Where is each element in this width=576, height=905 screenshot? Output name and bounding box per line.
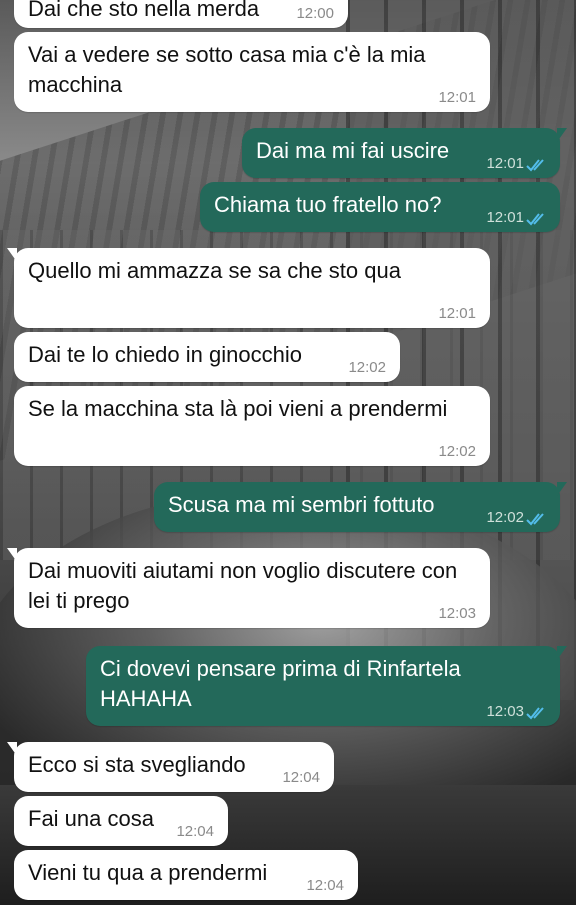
message-text: Vieni tu qua a prendermi xyxy=(28,860,268,885)
message-bubble-outgoing[interactable]: Chiama tuo fratello no? 12:01 xyxy=(200,182,560,232)
message-bubble-incoming[interactable]: Fai una cosa 12:04 xyxy=(14,796,228,846)
message-bubble-incoming[interactable]: Dai che sto nella merda 12:00 xyxy=(14,0,348,28)
double-check-icon xyxy=(526,213,544,226)
message-text: Dai te lo chiedo in ginocchio xyxy=(28,342,302,367)
double-check-icon xyxy=(526,159,544,172)
message-text: Ecco si sta svegliando xyxy=(28,752,246,777)
message-bubble-incoming[interactable]: Ecco si sta svegliando 12:04 xyxy=(7,742,334,792)
bubble-tail xyxy=(7,742,17,756)
message-text: Quello mi ammazza se sa che sto qua xyxy=(28,258,401,283)
message-time: 12:01 xyxy=(438,305,476,322)
message-text: Ci dovevi pensare prima di Rinfartela HA… xyxy=(100,656,467,711)
message-time: 12:02 xyxy=(438,443,476,460)
message-time: 12:03 xyxy=(486,703,524,720)
message-time: 12:04 xyxy=(306,877,344,894)
bubble-tail xyxy=(557,482,567,496)
message-time: 12:03 xyxy=(438,605,476,622)
message-time: 12:01 xyxy=(438,89,476,106)
bubble-tail xyxy=(557,646,567,660)
message-bubble-outgoing[interactable]: Ci dovevi pensare prima di Rinfartela HA… xyxy=(86,646,567,726)
message-time: 12:04 xyxy=(176,823,214,840)
message-time: 12:01 xyxy=(486,209,524,226)
message-time: 12:00 xyxy=(296,5,334,22)
message-time: 12:02 xyxy=(348,359,386,376)
message-bubble-incoming[interactable]: Vieni tu qua a prendermi 12:04 xyxy=(14,850,358,900)
message-bubble-incoming[interactable]: Se la macchina sta là poi vieni a prende… xyxy=(14,386,490,466)
message-bubble-outgoing[interactable]: Scusa ma mi sembri fottuto 12:02 xyxy=(154,482,567,532)
bubble-tail xyxy=(7,548,17,562)
message-time: 12:04 xyxy=(282,769,320,786)
double-check-icon xyxy=(526,707,544,720)
message-time: 12:02 xyxy=(486,509,524,526)
message-bubble-incoming[interactable]: Dai te lo chiedo in ginocchio 12:02 xyxy=(14,332,400,382)
message-bubble-incoming[interactable]: Vai a vedere se sotto casa mia c'è la mi… xyxy=(14,32,490,112)
message-text: Se la macchina sta là poi vieni a prende… xyxy=(28,396,448,421)
message-text: Dai che sto nella merda xyxy=(28,0,260,21)
message-time: 12:01 xyxy=(486,155,524,172)
message-bubble-incoming[interactable]: Dai muoviti aiutami non voglio discutere… xyxy=(7,548,490,628)
message-bubble-outgoing[interactable]: Dai ma mi fai uscire 12:01 xyxy=(242,128,567,178)
bubble-tail xyxy=(7,248,17,262)
message-text: Dai muoviti aiutami non voglio discutere… xyxy=(28,558,464,613)
double-check-icon xyxy=(526,513,544,526)
bubble-tail xyxy=(557,128,567,142)
message-text: Vai a vedere se sotto casa mia c'è la mi… xyxy=(28,42,432,97)
message-bubble-incoming[interactable]: Quello mi ammazza se sa che sto qua 12:0… xyxy=(7,248,490,328)
